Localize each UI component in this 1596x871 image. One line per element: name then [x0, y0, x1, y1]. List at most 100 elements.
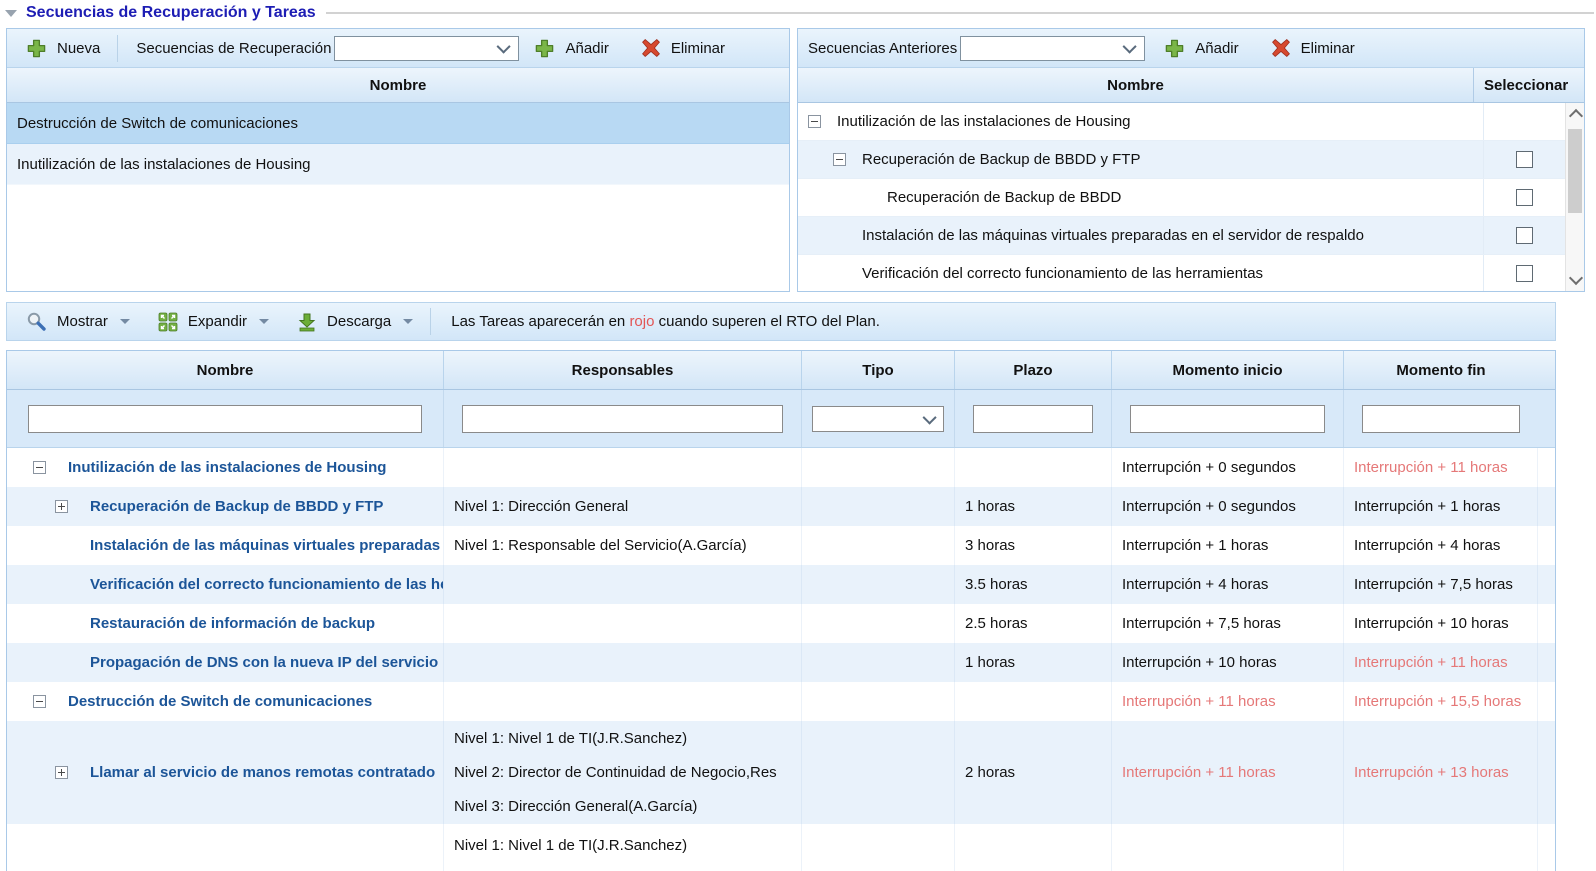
sequence-row[interactable]: Destrucción de Switch de comunicaciones	[7, 103, 789, 144]
column-header-plazo[interactable]: Plazo	[955, 351, 1112, 389]
tree-row[interactable]: Inutilización de las instalaciones de Ho…	[798, 103, 1584, 141]
column-header-nombre[interactable]: Nombre	[7, 351, 444, 389]
expand-node-icon[interactable]	[55, 500, 68, 513]
vertical-scrollbar[interactable]	[1565, 103, 1584, 291]
page-title: Secuencias de Recuperación y Tareas	[26, 4, 316, 22]
plazo-filter-input[interactable]	[973, 405, 1093, 433]
plazo-cell	[955, 682, 1112, 721]
tree-row[interactable]: Verificación del correcto funcionamiento…	[798, 255, 1584, 291]
add-sequence-button[interactable]: Añadir	[525, 38, 617, 59]
task-row[interactable]: Propagación de DNS con la nueva IP del s…	[7, 643, 1555, 682]
tipo-cell	[802, 643, 955, 682]
section-header: Secuencias de Recuperación y Tareas	[0, 0, 1596, 26]
responsable-line: Nivel 3: Dirección General(A.García)	[454, 790, 697, 824]
tree-indent-spacer	[55, 578, 68, 591]
column-header-nombre: Nombre	[7, 77, 789, 94]
select-checkbox[interactable]	[1516, 151, 1533, 168]
task-row[interactable]: Llamar al servicio de manos remotas cont…	[7, 721, 1555, 824]
left-table-header: Nombre	[7, 68, 789, 103]
select-checkbox[interactable]	[1516, 265, 1533, 282]
scroll-down-icon[interactable]	[1569, 271, 1583, 285]
momento-inicio-cell: Interrupción + 1 horas	[1112, 526, 1344, 565]
task-name-link[interactable]: Recuperación de Backup de BBDD y FTP	[90, 498, 383, 515]
task-name-cell: Recuperación de Backup de BBDD y FTP	[7, 487, 444, 526]
task-name-link[interactable]: Restauración de información de backup	[90, 615, 375, 632]
sequence-name: Inutilización de las instalaciones de Ho…	[17, 156, 311, 173]
collapse-node-icon[interactable]	[833, 153, 846, 166]
tipo-cell	[802, 448, 955, 487]
download-menu-button[interactable]: Descarga	[288, 312, 422, 332]
responsables-cell: Nivel 1: Nivel 1 de TI(J.R.Sanchez) Nivel…	[444, 721, 802, 824]
expand-node-icon[interactable]	[55, 766, 68, 779]
task-row[interactable]: Inutilización de las instalaciones de Ho…	[7, 448, 1555, 487]
collapse-node-icon[interactable]	[33, 461, 46, 474]
momento-fin-cell: Interrupción + 1 horas	[1344, 487, 1538, 526]
momento-inicio-filter-input[interactable]	[1130, 405, 1325, 433]
collapse-section-icon[interactable]	[5, 10, 17, 17]
scroll-up-icon[interactable]	[1569, 109, 1583, 123]
sequence-list: Destrucción de Switch de comunicaciones I…	[7, 103, 789, 291]
tree-row[interactable]: Recuperación de Backup de BBDD y FTP	[798, 141, 1584, 179]
previous-sequences-panel: Secuencias Anteriores Añadir Eliminar No…	[797, 28, 1585, 292]
filter-cell-momento-inicio	[1112, 390, 1344, 447]
tipo-filter-select[interactable]	[812, 406, 944, 432]
new-sequence-label: Nueva	[57, 40, 100, 57]
plus-icon	[534, 38, 555, 59]
tasks-table: NombreResponsablesTipoPlazoMomento inici…	[6, 350, 1556, 871]
sequence-row[interactable]: Inutilización de las instalaciones de Ho…	[7, 144, 789, 185]
recovery-sequences-select[interactable]	[334, 36, 519, 61]
previous-sequences-select[interactable]	[960, 36, 1145, 61]
momento-fin-cell: Interrupción + 11 horas	[1344, 643, 1538, 682]
task-name-link[interactable]: Verificación del correcto funcionamiento…	[90, 576, 444, 593]
chevron-down-icon	[120, 319, 130, 324]
previous-sequences-tree: Inutilización de las instalaciones de Ho…	[798, 103, 1584, 291]
momento-fin-filter-input[interactable]	[1362, 405, 1520, 433]
task-name-link[interactable]: Destrucción de Switch de comunicaciones	[68, 693, 372, 710]
tree-row[interactable]: Recuperación de Backup de BBDD	[798, 179, 1584, 217]
recovery-sequences-panel: Nueva Secuencias de Recuperación Añadir …	[6, 28, 790, 292]
tree-item-label: Recuperación de Backup de BBDD	[887, 189, 1121, 206]
task-row[interactable]: Instalación de las máquinas virtuales pr…	[7, 526, 1555, 565]
task-name-link[interactable]: Llamar al servicio de manos remotas cont…	[90, 764, 435, 781]
task-row[interactable]: Destrucción de Switch de comunicaciones I…	[7, 682, 1555, 721]
delete-sequence-button[interactable]: Eliminar	[632, 38, 734, 58]
delete-previous-button[interactable]: Eliminar	[1262, 38, 1364, 58]
column-header-momento-inicio[interactable]: Momento inicio	[1112, 351, 1344, 389]
responsable-line: Nivel 1: Nivel 1 de TI(J.R.Sanchez)	[454, 722, 687, 756]
selection-cell	[1483, 217, 1565, 254]
task-row[interactable]: Restauración de información de backup2.5…	[7, 604, 1555, 643]
column-header-nombre: Nombre	[798, 77, 1473, 94]
column-header-tipo[interactable]: Tipo	[802, 351, 955, 389]
tree-row[interactable]: Instalación de las máquinas virtuales pr…	[798, 217, 1584, 255]
column-header-momento-fin[interactable]: Momento fin	[1344, 351, 1538, 389]
momento-fin-cell: Interrupción + 15,5 horas	[1344, 682, 1538, 721]
rto-notice-prefix: Las Tareas aparecerán en	[451, 313, 629, 330]
show-menu-button[interactable]: Mostrar	[17, 311, 139, 332]
collapse-node-icon[interactable]	[33, 695, 46, 708]
momento-inicio-cell: Interrupción + 7,5 horas	[1112, 604, 1344, 643]
column-header-responsables[interactable]: Responsables	[444, 351, 802, 389]
tipo-cell	[802, 721, 955, 824]
task-row[interactable]: Verificación del correcto funcionamiento…	[7, 565, 1555, 604]
select-checkbox[interactable]	[1516, 189, 1533, 206]
momento-inicio-cell: Interrupción + 4 horas	[1112, 565, 1344, 604]
scrollbar-thumb[interactable]	[1568, 129, 1582, 213]
collapse-node-icon[interactable]	[808, 115, 821, 128]
nombre-filter-input[interactable]	[28, 405, 422, 433]
task-row[interactable]: Nivel 1: Nivel 1 de TI(J.R.Sanchez)	[7, 824, 1555, 871]
add-sequence-label: Añadir	[565, 40, 608, 57]
add-previous-button[interactable]: Añadir	[1155, 38, 1247, 59]
expand-menu-button[interactable]: Expandir	[149, 312, 278, 332]
select-checkbox[interactable]	[1516, 227, 1533, 244]
filter-cell-plazo	[955, 390, 1112, 447]
task-name-link[interactable]: Inutilización de las instalaciones de Ho…	[68, 459, 386, 476]
responsables-cell: Nivel 1: Nivel 1 de TI(J.R.Sanchez)	[444, 824, 802, 871]
plazo-cell: 3.5 horas	[955, 565, 1112, 604]
previous-sequences-toolbar: Secuencias Anteriores Añadir Eliminar	[798, 29, 1584, 68]
responsables-filter-input[interactable]	[462, 405, 783, 433]
task-row[interactable]: Recuperación de Backup de BBDD y FTPNive…	[7, 487, 1555, 526]
x-icon	[641, 38, 661, 58]
task-name-link[interactable]: Instalación de las máquinas virtuales pr…	[90, 537, 444, 554]
task-name-link[interactable]: Propagación de DNS con la nueva IP del s…	[90, 654, 438, 671]
new-sequence-button[interactable]: Nueva	[17, 38, 109, 59]
